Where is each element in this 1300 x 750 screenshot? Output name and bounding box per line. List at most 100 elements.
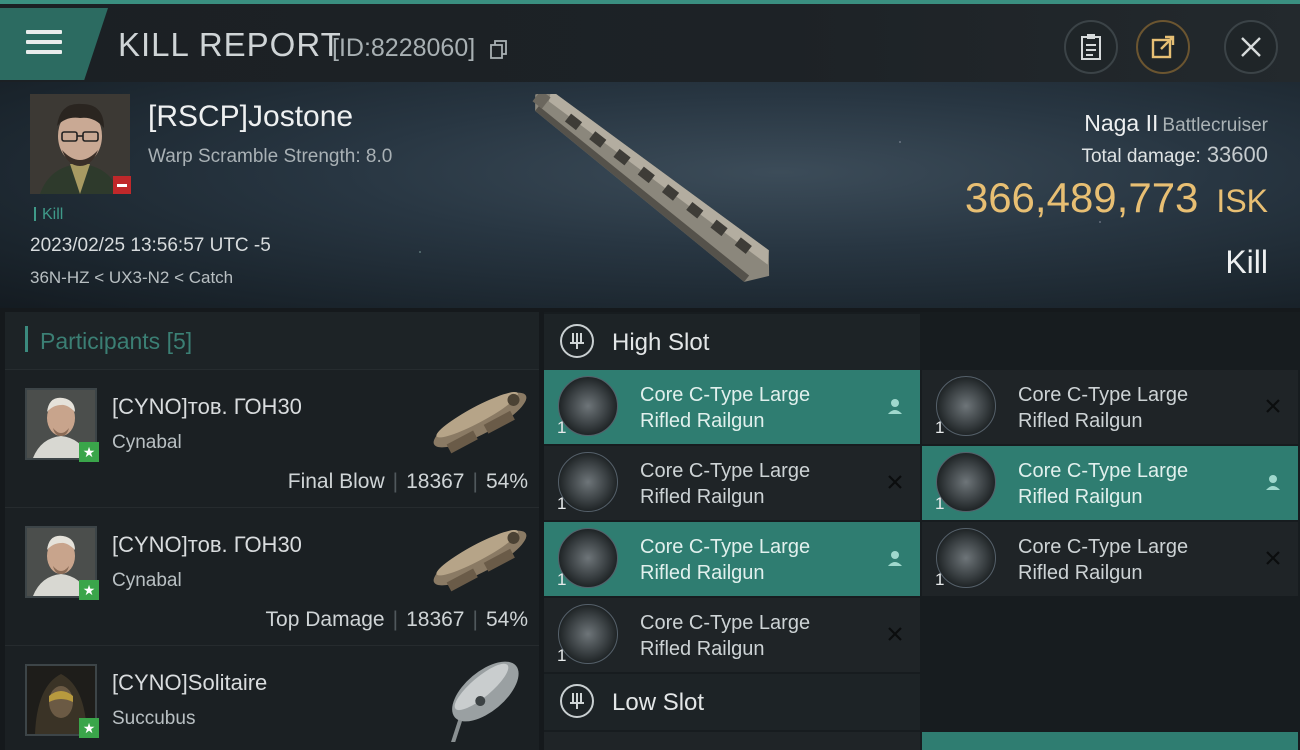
participants-count: [5] bbox=[166, 328, 193, 354]
module-name: Core C-Type Large Rifled Railgun bbox=[1018, 382, 1248, 434]
kill-datetime: 2023/02/25 13:56:57 UTC -5 bbox=[30, 235, 271, 256]
module-item[interactable]: 1 Core C-Type Large Rifled Railgun bbox=[544, 370, 920, 444]
module-item[interactable]: 1 Core C-Type Large Rifled Railgun bbox=[922, 446, 1298, 520]
victim-ship-image[interactable] bbox=[522, 94, 784, 284]
total-damage-value: 33600 bbox=[1206, 142, 1268, 167]
participant-name[interactable]: [CYNO]тов. ГОН30 bbox=[112, 532, 302, 558]
module-item[interactable]: 1 Core C-Type Large Rifled Railgun bbox=[922, 370, 1298, 444]
module-name-line1: Core C-Type Large bbox=[640, 536, 811, 558]
module-item-partial[interactable] bbox=[544, 732, 920, 750]
module-name: Core C-Type Large Rifled Railgun bbox=[640, 610, 870, 662]
participants-header: Participants [5] bbox=[5, 312, 539, 370]
participant-row[interactable]: ★ [CYNO]Solitaire Succubus bbox=[5, 646, 539, 750]
module-qty: 1 bbox=[935, 418, 945, 437]
participant-ship-image[interactable] bbox=[421, 512, 539, 604]
participant-name[interactable]: [CYNO]тов. ГОН30 bbox=[112, 394, 302, 420]
module-name: Core C-Type Large Rifled Railgun bbox=[640, 382, 870, 434]
kill-type: Kill bbox=[1225, 244, 1268, 280]
module-qty: 1 bbox=[935, 494, 945, 513]
module-qty: 1 bbox=[557, 418, 567, 437]
copy-icon[interactable] bbox=[490, 40, 508, 60]
hostile-badge bbox=[113, 176, 131, 194]
module-item[interactable]: 1 Core C-Type Large Rifled Railgun bbox=[544, 522, 920, 596]
module-name-line1: Core C-Type Large bbox=[640, 384, 811, 406]
participant-percent: 54% bbox=[485, 470, 528, 493]
module-qty: 1 bbox=[557, 570, 567, 589]
high-slot-glyph bbox=[570, 333, 584, 349]
module-item[interactable]: 1 Core C-Type Large Rifled Railgun bbox=[544, 446, 920, 520]
participant-row[interactable]: ★ [CYNO]тов. ГОН30 Cynabal Top Damage | 18… bbox=[5, 508, 539, 646]
low-slot-glyph bbox=[570, 693, 584, 709]
high-slot-header: High Slot bbox=[544, 314, 920, 370]
module-item-partial[interactable] bbox=[922, 732, 1298, 750]
separator: | bbox=[392, 608, 399, 631]
victim-name[interactable]: [RSCP]Jostone bbox=[148, 100, 353, 134]
module-name-line2: Rifled Railgun bbox=[1018, 486, 1143, 508]
star-icon: ★ bbox=[79, 442, 99, 462]
cross-icon bbox=[884, 623, 906, 645]
participants-panel: Participants [5] ★ [CYNO]тов. ГОН30 Cyna… bbox=[5, 312, 539, 750]
module-qty: 1 bbox=[557, 646, 567, 665]
ship-class: Battlecruiser bbox=[1162, 115, 1268, 136]
cross-icon bbox=[884, 471, 906, 493]
total-damage: Total damage: 33600 bbox=[1081, 142, 1268, 168]
victim-summary: [RSCP]Jostone Warp Scramble Strength: 8.… bbox=[0, 82, 1300, 308]
user-icon bbox=[884, 395, 906, 417]
separator: | bbox=[472, 470, 478, 493]
menu-icon-bar bbox=[26, 40, 62, 44]
menu-icon-bar bbox=[26, 50, 62, 54]
close-icon bbox=[1241, 37, 1261, 57]
module-name-line1: Core C-Type Large bbox=[640, 460, 811, 482]
isk-amount: 366,489,773 bbox=[964, 174, 1199, 221]
participant-ship-image[interactable] bbox=[421, 650, 539, 742]
participant-stats: Final Blow | 18367 | 54% bbox=[288, 470, 528, 494]
user-icon bbox=[884, 547, 906, 569]
cross-icon bbox=[1262, 395, 1284, 417]
module-item[interactable]: 1 Core C-Type Large Rifled Railgun bbox=[922, 522, 1298, 596]
module-qty: 1 bbox=[935, 570, 945, 589]
module-name-line1: Core C-Type Large bbox=[640, 612, 811, 634]
module-name: Core C-Type Large Rifled Railgun bbox=[640, 534, 870, 586]
user-icon bbox=[1262, 471, 1284, 493]
ship-name: Naga II bbox=[1084, 110, 1159, 136]
module-name: Core C-Type Large Rifled Railgun bbox=[1018, 458, 1248, 510]
railgun-icon bbox=[558, 376, 618, 436]
low-slot-header: Low Slot bbox=[544, 674, 920, 730]
module-name-line1: Core C-Type Large bbox=[1018, 536, 1189, 558]
high-slot-icon bbox=[560, 324, 594, 358]
module-name-line2: Rifled Railgun bbox=[1018, 562, 1143, 584]
participant-name[interactable]: [CYNO]Solitaire bbox=[112, 670, 267, 696]
railgun-icon bbox=[558, 452, 618, 512]
module-name-line2: Rifled Railgun bbox=[1018, 410, 1143, 432]
separator: | bbox=[392, 470, 399, 493]
warp-scramble: Warp Scramble Strength: 8.0 bbox=[148, 146, 393, 167]
participant-role: Final Blow bbox=[287, 470, 385, 493]
separator: | bbox=[472, 608, 478, 631]
close-button[interactable] bbox=[1224, 20, 1278, 74]
page-title: KILL REPORT bbox=[118, 26, 342, 63]
share-icon bbox=[1151, 35, 1175, 59]
module-name: Core C-Type Large Rifled Railgun bbox=[1018, 534, 1248, 586]
kill-location[interactable]: 36N-HZ < UX3-N2 < Catch bbox=[30, 268, 233, 288]
star-icon: ★ bbox=[79, 718, 99, 738]
railgun-icon bbox=[936, 376, 996, 436]
participant-ship: Cynabal bbox=[112, 432, 182, 453]
fitting-panel: High Slot 1 Core C-Type Large Rifled Rail… bbox=[544, 312, 1300, 750]
participant-damage: 18367 bbox=[406, 608, 465, 631]
participant-percent: 54% bbox=[485, 608, 528, 631]
participant-ship-image[interactable] bbox=[421, 374, 539, 466]
module-item[interactable]: 1 Core C-Type Large Rifled Railgun bbox=[544, 598, 920, 672]
victim-ship[interactable]: Naga II Battlecruiser bbox=[1084, 110, 1268, 137]
module-name-line1: Core C-Type Large bbox=[1018, 384, 1189, 406]
participant-row[interactable]: ★ [CYNO]тов. ГОН30 Cynabal Final Blow | 18… bbox=[5, 370, 539, 508]
menu-button[interactable] bbox=[0, 8, 108, 80]
isk-unit: ISK bbox=[1216, 183, 1268, 219]
cross-icon bbox=[1262, 547, 1284, 569]
module-name-line2: Rifled Railgun bbox=[640, 562, 765, 584]
clipboard-button[interactable] bbox=[1064, 20, 1118, 74]
module-name-line2: Rifled Railgun bbox=[640, 410, 765, 432]
kill-tag: Kill bbox=[34, 206, 63, 224]
share-button[interactable] bbox=[1136, 20, 1190, 74]
railgun-icon bbox=[558, 528, 618, 588]
module-name-line2: Rifled Railgun bbox=[640, 638, 765, 660]
